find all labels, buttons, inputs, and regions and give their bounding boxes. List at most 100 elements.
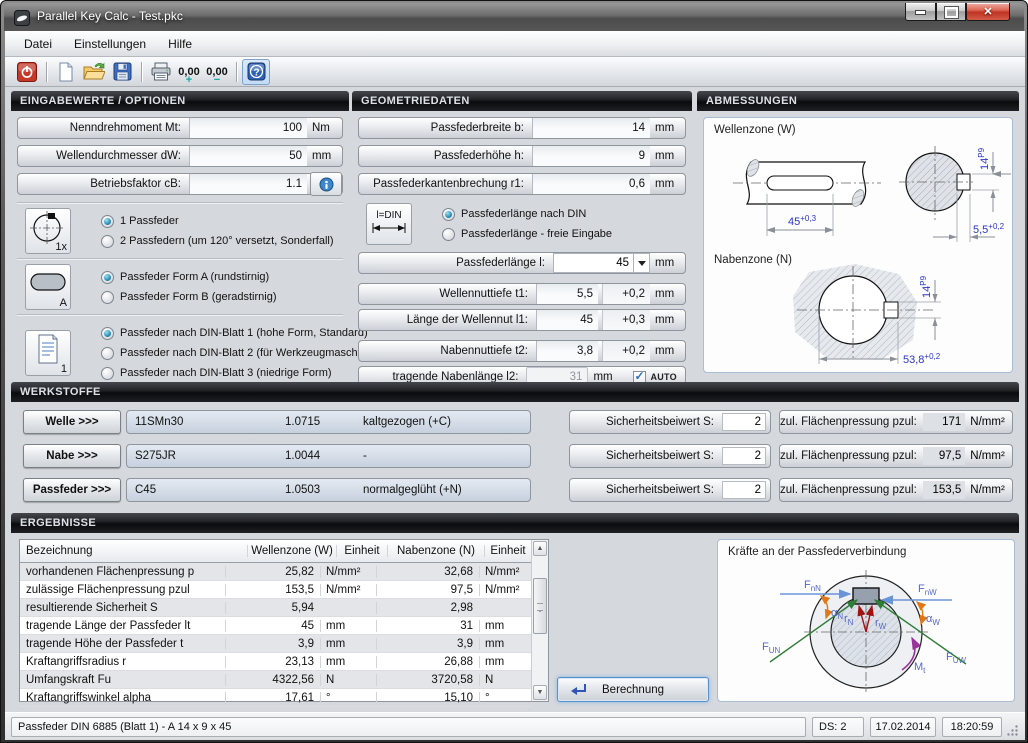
close-button[interactable]: ✕: [966, 3, 1010, 21]
key-height-input[interactable]: 9: [532, 146, 650, 166]
dimension-arrow-icon: [367, 222, 411, 234]
hub-safety-input[interactable]: 2: [722, 447, 766, 465]
key-chamfer-row: Passfederkantenbrechung r1: 0,6 mm: [358, 173, 686, 195]
status-decimals: DS: 2: [812, 717, 864, 737]
decimals-increase-button[interactable]: 0,00 +: [175, 59, 203, 85]
radio-option-din2[interactable]: Passfeder nach DIN-Blatt 2 (für Werkzeug…: [101, 343, 343, 363]
toolbar: 0,00 + 0,00 − ?: [5, 57, 1025, 87]
din-sheet-iconbox: 1: [25, 330, 71, 376]
radio-button[interactable]: [101, 215, 114, 228]
results-scrollbar[interactable]: ▲ ▼: [531, 540, 548, 701]
radio-button[interactable]: [442, 228, 455, 241]
divider: [17, 314, 343, 316]
col-header: Einheit: [484, 545, 531, 557]
radio-button[interactable]: [101, 235, 114, 248]
key-chamfer-input[interactable]: 0,6: [532, 174, 650, 194]
key-width-unit: mm: [650, 122, 685, 134]
safety-label: Sicherheitsbeiwert S:: [570, 450, 722, 462]
print-button[interactable]: [147, 59, 175, 85]
scroll-up-button[interactable]: ▲: [533, 541, 547, 556]
window-title: Parallel Key Calc - Test.pkc: [37, 9, 183, 23]
radio-button[interactable]: [101, 291, 114, 304]
calculate-button[interactable]: Berechnung: [557, 677, 709, 702]
open-file-button[interactable]: [80, 59, 108, 85]
hub-groove-depth-tolerance: +0,2: [602, 341, 650, 361]
chevron-down-icon: [638, 261, 646, 266]
hub-pressure-row: zul. Flächenpressung pzul: 97,5 N/mm²: [779, 444, 1013, 468]
key-safety-row: Sicherheitsbeiwert S: 2: [569, 478, 771, 502]
resize-grip[interactable]: [1006, 724, 1019, 737]
radio-option-length-din[interactable]: Passfederlänge nach DIN: [442, 204, 686, 224]
radio-option-din3[interactable]: Passfeder nach DIN-Blatt 3 (niedrige For…: [101, 363, 343, 383]
key-length-value[interactable]: 45: [553, 253, 633, 273]
service-factor-row: Betriebsfaktor cB: 1.1: [17, 173, 343, 195]
shaft-material-field: 11SMn30 1.0715 kaltgezogen (+C): [126, 410, 531, 434]
menu-datei[interactable]: Datei: [13, 33, 63, 55]
col-header: Einheit: [336, 545, 387, 557]
radio-option-din1[interactable]: Passfeder nach DIN-Blatt 1 (hohe Form, S…: [101, 323, 343, 343]
decimals-decrease-button[interactable]: 0,00 −: [203, 59, 231, 85]
shaft-groove-length-input[interactable]: 45: [536, 310, 598, 330]
key-safety-input[interactable]: 2: [722, 481, 766, 499]
pressure-unit: N/mm²: [965, 484, 1012, 496]
info-button[interactable]: [310, 172, 342, 196]
key-width-label: Passfederbreite b:: [359, 122, 532, 134]
menu-hilfe[interactable]: Hilfe: [157, 33, 203, 55]
key-material-button[interactable]: Passfeder >>>: [23, 478, 121, 502]
torque-row: Nenndrehmoment Mt: 100 Nm: [17, 117, 343, 139]
radio-option-form-b[interactable]: Passfeder Form B (geradstirnig): [101, 287, 343, 307]
radio-option-one-key[interactable]: 1 Passfeder: [101, 211, 343, 231]
maximize-button[interactable]: [936, 3, 966, 21]
hub-pressure-value: 97,5: [923, 447, 965, 465]
radio-button[interactable]: [101, 367, 114, 380]
status-message: Passfeder DIN 6885 (Blatt 1) - A 14 x 9 …: [11, 717, 806, 737]
help-button[interactable]: ?: [242, 59, 270, 85]
new-file-button[interactable]: [52, 59, 80, 85]
radio-button[interactable]: [101, 327, 114, 340]
force-diagram-panel: Kräfte an der Passfederverbindung: [717, 539, 1015, 702]
shaft-material-button[interactable]: Welle >>>: [23, 410, 121, 434]
results-table: Bezeichnung Wellenzone (W) Einheit Naben…: [19, 539, 549, 702]
radio-button[interactable]: [101, 271, 114, 284]
radio-option-length-free[interactable]: Passfederlänge - freie Eingabe: [442, 224, 686, 244]
shaft-diameter-input[interactable]: 50: [189, 146, 307, 166]
title-bar[interactable]: Parallel Key Calc - Test.pkc ✕: [4, 3, 1024, 31]
hub-groove-depth-label: Nabennuttiefe t2:: [359, 345, 536, 357]
hub-groove-depth-input[interactable]: 3,8: [536, 341, 598, 361]
radio-option-two-keys[interactable]: 2 Passfedern (um 120° versetzt, Sonderfa…: [101, 231, 343, 251]
radio-option-form-a[interactable]: Passfeder Form A (rundstirnig): [101, 267, 343, 287]
service-factor-input[interactable]: 1.1: [189, 174, 307, 194]
minimize-button[interactable]: [905, 3, 936, 21]
radio-label: Passfeder nach DIN-Blatt 3 (niedrige For…: [120, 367, 332, 379]
exit-button[interactable]: [13, 59, 41, 85]
force-label-fnw: FnW: [918, 583, 937, 597]
key-length-row: Passfederlänge l: 45 mm: [358, 252, 686, 274]
shaft-groove-length-tolerance: +0,3: [602, 310, 650, 330]
key-width-input[interactable]: 14: [532, 118, 650, 138]
torque-input[interactable]: 100: [189, 118, 307, 138]
shaft-pressure-value: 171: [923, 413, 965, 431]
material-row-hub: Nabe >>> S275JR 1.0044 - Sicherheitsbeiw…: [11, 444, 1019, 468]
hub-material-button[interactable]: Nabe >>>: [23, 444, 121, 468]
shaft-groove-depth-tolerance: +0,2: [602, 284, 650, 304]
menu-einstellungen[interactable]: Einstellungen: [63, 33, 157, 55]
combobox-dropdown-button[interactable]: [633, 253, 650, 273]
shaft-safety-input[interactable]: 2: [722, 413, 766, 431]
shaft-groove-depth-input[interactable]: 5,5: [536, 284, 598, 304]
radio-button[interactable]: [442, 208, 455, 221]
scroll-down-button[interactable]: ▼: [533, 685, 547, 700]
scrollbar-thumb[interactable]: [533, 578, 547, 634]
shaft-diameter-unit: mm: [307, 150, 342, 162]
minus-icon: −: [214, 76, 220, 84]
key-length-combobox[interactable]: 45: [553, 253, 650, 273]
icon-label: 1: [61, 363, 67, 375]
key-height-row: Passfederhöhe h: 9 mm: [358, 145, 686, 167]
maximize-icon: [945, 7, 958, 18]
radio-button[interactable]: [101, 347, 114, 360]
icon-label: A: [60, 297, 67, 309]
save-button[interactable]: [108, 59, 136, 85]
hub-zone-drawing: 14P9 53,8+0,2: [705, 260, 1011, 372]
auto-checkbox-label: AUTO: [650, 372, 677, 382]
panel-dimensions: ABMESSUNGEN Wellenzone (W): [697, 91, 1019, 379]
key-form-iconbox: A: [25, 264, 71, 310]
